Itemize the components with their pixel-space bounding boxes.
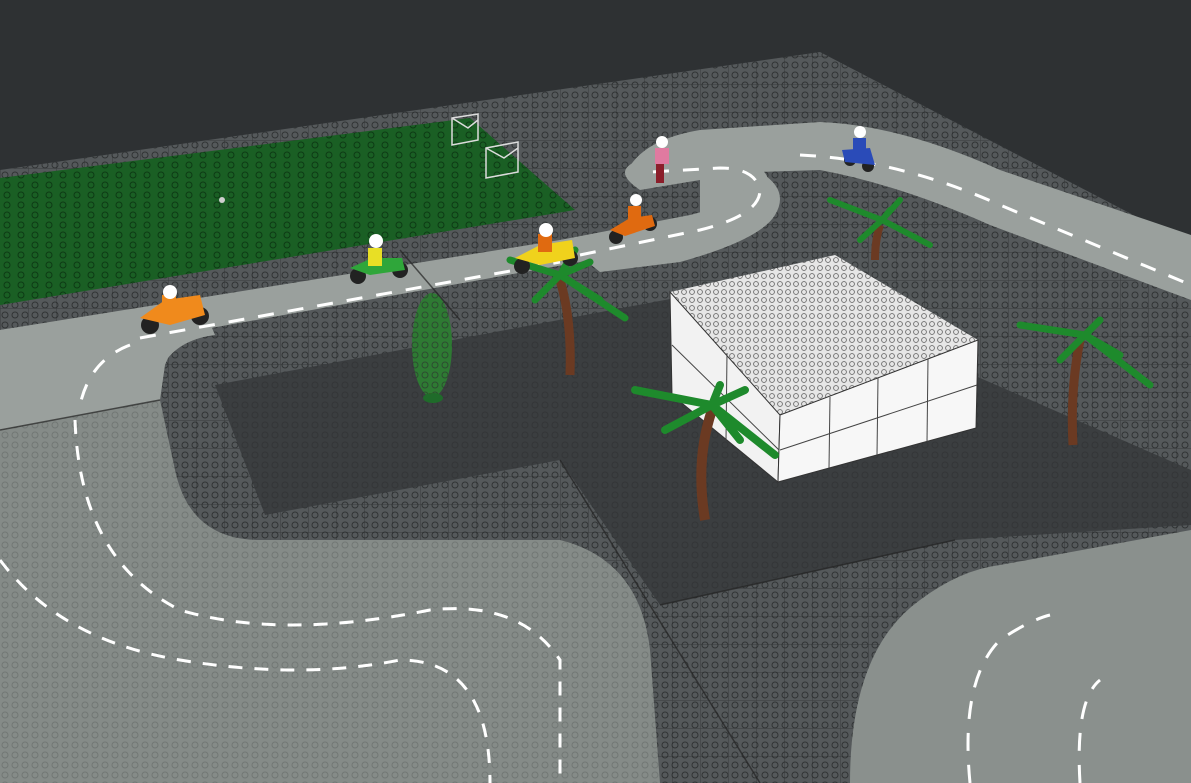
scene-canvas[interactable] [0, 0, 1191, 783]
3d-viewport[interactable] [0, 0, 1191, 783]
soccer-ball [219, 197, 225, 203]
